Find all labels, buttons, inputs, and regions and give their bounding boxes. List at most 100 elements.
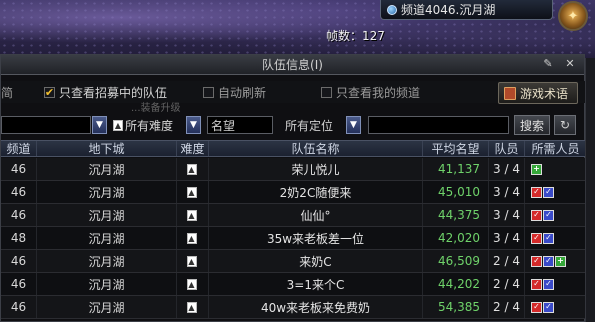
overlay-tooltip-text: ...装备升级 <box>131 103 181 114</box>
difficulty-select[interactable]: ▲ 所有难度 <box>113 116 173 134</box>
filter-partial-label: 简 <box>1 86 14 100</box>
cell-difficulty: ▲ <box>177 273 209 295</box>
cell-members: 3 / 4 <box>489 227 525 249</box>
dps-role-icon: ✓ <box>531 255 542 267</box>
cell-difficulty: ▲ <box>177 250 209 272</box>
panel-title: 队伍信息(I) <box>262 58 323 72</box>
my-channel-checkbox[interactable]: ✔ 只查看我的频道 <box>321 84 420 101</box>
position-dropdown-arrow[interactable]: ▼ <box>346 116 361 134</box>
table-row[interactable]: 48 沉月湖 ▲ 35w来老板差一位 42,020 3 / 4 ✓ ✓ <box>1 227 586 250</box>
difficulty-icon: ▲ <box>186 163 197 175</box>
mage-role-icon: ✓ <box>543 301 554 313</box>
table-row[interactable]: 46 沉月湖 ▲ 仙仙° 44,375 3 / 4 ✓ ✓ <box>1 204 586 227</box>
cell-channel: 46 <box>1 296 37 318</box>
cell-team-name: 荣儿悦儿 <box>209 158 423 180</box>
cell-members: 3 / 4 <box>489 204 525 226</box>
refresh-button[interactable]: ↻ <box>554 115 576 135</box>
difficulty-icon: ▲ <box>186 301 197 313</box>
cell-dungeon: 沉月湖 <box>37 250 177 272</box>
orb-icon: ✦ <box>567 8 579 24</box>
header-dungeon[interactable]: 地下城 <box>37 141 177 156</box>
cell-members: 2 / 4 <box>489 250 525 272</box>
difficulty-icon: ▲ <box>186 255 197 267</box>
table-row[interactable]: 46 沉月湖 ▲ 来奶C 46,509 2 / 4 ✓ ✓ + <box>1 250 586 273</box>
cell-difficulty: ▲ <box>177 296 209 318</box>
cell-reputation: 54,385 <box>423 296 489 318</box>
position-select[interactable]: 所有定位 <box>281 116 345 134</box>
reputation-input[interactable]: 名望 <box>207 116 273 134</box>
refresh-icon: ↻ <box>559 118 571 132</box>
header-members[interactable]: 队员 <box>489 141 525 156</box>
table-row[interactable]: 46 沉月湖 ▲ 40w来老板来免费奶 54,385 2 / 4 ✓ ✓ <box>1 296 586 319</box>
panel-titlebar[interactable]: 队伍信息(I) ✎ ✕ <box>1 55 584 75</box>
cell-team-name: 35w来老板差一位 <box>209 227 423 249</box>
search-button[interactable]: 搜索 <box>514 115 550 135</box>
channel-indicator[interactable]: 频道4046.沉月湖 <box>380 0 553 20</box>
mage-role-icon: ✓ <box>543 209 554 221</box>
scrollbar[interactable] <box>585 58 595 322</box>
dps-role-icon: ✓ <box>531 209 542 221</box>
cell-dungeon: 沉月湖 <box>37 181 177 203</box>
search-row: ▼ ▲ 所有难度 ▼ 名望 所有定位 ▼ <box>1 113 586 135</box>
cell-members: 2 / 4 <box>489 273 525 295</box>
cell-difficulty: ▲ <box>177 204 209 226</box>
cell-needed: ✓ ✓ <box>525 204 586 226</box>
dungeon-field[interactable] <box>1 116 91 134</box>
difficulty-dropdown-arrow[interactable]: ▼ <box>186 116 201 134</box>
book-icon <box>504 86 516 100</box>
cell-channel: 46 <box>1 181 37 203</box>
difficulty-icon: ▲ <box>186 186 197 198</box>
cell-reputation: 46,509 <box>423 250 489 272</box>
cell-difficulty: ▲ <box>177 158 209 180</box>
cell-channel: 46 <box>1 273 37 295</box>
game-glossary-label: 游戏术语 <box>520 86 569 101</box>
cell-needed: ✓ ✓ <box>525 181 586 203</box>
fps-counter: 帧数：127 <box>326 29 385 43</box>
header-difficulty[interactable]: 难度 <box>177 141 209 156</box>
cell-needed: ✓ ✓ <box>525 227 586 249</box>
cell-difficulty: ▲ <box>177 181 209 203</box>
table-row[interactable]: 46 沉月湖 ▲ 荣儿悦儿 41,137 3 / 4 + <box>1 158 586 181</box>
checkbox-empty-icon: ✔ <box>203 87 214 98</box>
cell-reputation: 44,375 <box>423 204 489 226</box>
menu-orb-button[interactable]: ✦ <box>558 1 588 31</box>
position-select-value: 所有定位 <box>285 118 334 133</box>
cell-dungeon: 沉月湖 <box>37 296 177 318</box>
cell-members: 2 / 4 <box>489 296 525 318</box>
header-team-name[interactable]: 队伍名称 <box>209 141 423 156</box>
globe-icon <box>387 4 397 15</box>
keyword-input[interactable] <box>368 116 509 134</box>
dungeon-dropdown-arrow[interactable]: ▼ <box>92 116 107 134</box>
channel-label: 频道4046.沉月湖 <box>401 3 496 17</box>
cell-channel: 46 <box>1 158 37 180</box>
cell-team-name: 仙仙° <box>209 204 423 226</box>
dps-role-icon: ✓ <box>531 186 542 198</box>
mage-role-icon: ✓ <box>543 255 554 267</box>
game-glossary-button[interactable]: 游戏术语 <box>498 82 578 104</box>
mage-role-icon: ✓ <box>543 232 554 244</box>
header-channel[interactable]: 频道 <box>1 141 37 156</box>
checkbox-empty-icon: ✔ <box>321 87 332 98</box>
table-row[interactable]: 46 沉月湖 ▲ 2奶2C随便来 45,010 3 / 4 ✓ ✓ <box>1 181 586 204</box>
cell-needed: ✓ ✓ <box>525 296 586 318</box>
auto-refresh-label: 自动刷新 <box>218 86 267 100</box>
auto-refresh-checkbox[interactable]: ✔ 自动刷新 <box>203 84 266 101</box>
healer-role-icon: + <box>555 255 566 267</box>
cell-members: 3 / 4 <box>489 181 525 203</box>
cell-reputation: 41,137 <box>423 158 489 180</box>
check-icon: ✔ <box>44 86 55 99</box>
pin-icon[interactable]: ✎ <box>541 57 555 70</box>
difficulty-icon: ▲ <box>186 278 197 290</box>
header-avg-reputation[interactable]: 平均名望 <box>423 141 489 156</box>
difficulty-icon: ▲ <box>186 209 197 221</box>
cell-difficulty: ▲ <box>177 227 209 249</box>
dps-role-icon: ✓ <box>531 232 542 244</box>
cell-needed: ✓ ✓ + <box>525 250 586 272</box>
header-needed[interactable]: 所需人员 <box>525 141 586 156</box>
table-row[interactable]: 46 沉月湖 ▲ 3=1来个C 44,202 2 / 4 ✓ ✓ <box>1 273 586 296</box>
table-header: 频道 地下城 难度 队伍名称 平均名望 队员 所需人员 <box>1 140 586 157</box>
team-list: 46 沉月湖 ▲ 荣儿悦儿 41,137 3 / 4 + 46 沉月湖 ▲ 2奶… <box>1 158 586 319</box>
close-icon[interactable]: ✕ <box>563 57 577 70</box>
cell-team-name: 40w来老板来免费奶 <box>209 296 423 318</box>
mage-role-icon: ✓ <box>543 186 554 198</box>
